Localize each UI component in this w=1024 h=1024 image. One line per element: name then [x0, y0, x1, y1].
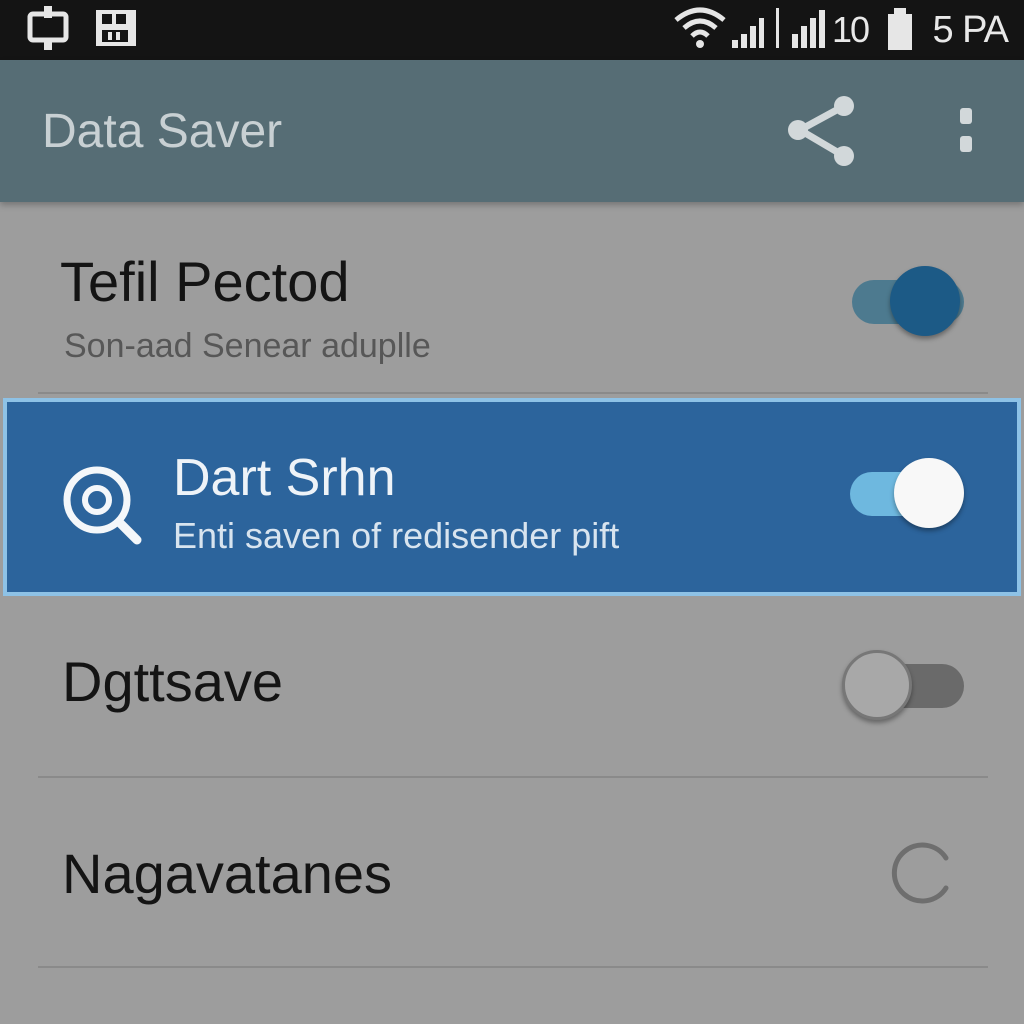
radio-ring-icon[interactable]: [888, 838, 958, 908]
switch-thumb: [894, 458, 964, 528]
battery-icon: [888, 8, 912, 50]
toggle-switch-3[interactable]: [842, 650, 964, 720]
clock: 5 PA: [932, 9, 1009, 51]
signal-level: 10: [832, 9, 870, 50]
signal-icon: [776, 8, 825, 48]
screen: 10 5 PA Data Saver Tefil Pectod Son-aad …: [0, 0, 1024, 1024]
setting-title: Dart Srhn: [173, 449, 396, 507]
divider: [38, 392, 988, 394]
switch-thumb: [890, 266, 960, 336]
share-icon: [788, 96, 854, 166]
toggle-switch-1[interactable]: [852, 266, 972, 336]
share-button[interactable]: [776, 84, 866, 174]
sim-card-icon: [96, 10, 136, 46]
setting-row-4[interactable]: Nagavatanes: [0, 780, 1024, 968]
status-bar: 10 5 PA: [0, 0, 1024, 60]
wifi-icon: [674, 7, 726, 48]
signal-small-icon: [732, 18, 764, 48]
toggle-switch-2[interactable]: [850, 458, 970, 528]
setting-title: Nagavatanes: [62, 842, 393, 905]
cast-icon: [27, 6, 69, 50]
page-title: Data Saver: [42, 105, 283, 158]
divider: [38, 776, 988, 778]
divider: [38, 966, 988, 968]
switch-thumb: [842, 650, 912, 720]
setting-subtitle: Enti saven of redisender pift: [173, 515, 620, 556]
setting-title: Tefil Pectod: [60, 250, 350, 313]
setting-subtitle: Son-aad Senear aduplle: [64, 327, 431, 365]
overflow-menu-icon: [960, 108, 972, 152]
setting-title: Dgttsave: [62, 650, 283, 713]
target-search-icon: [63, 466, 142, 545]
app-bar: Data Saver: [0, 60, 1024, 202]
overflow-menu-button[interactable]: [940, 84, 992, 174]
